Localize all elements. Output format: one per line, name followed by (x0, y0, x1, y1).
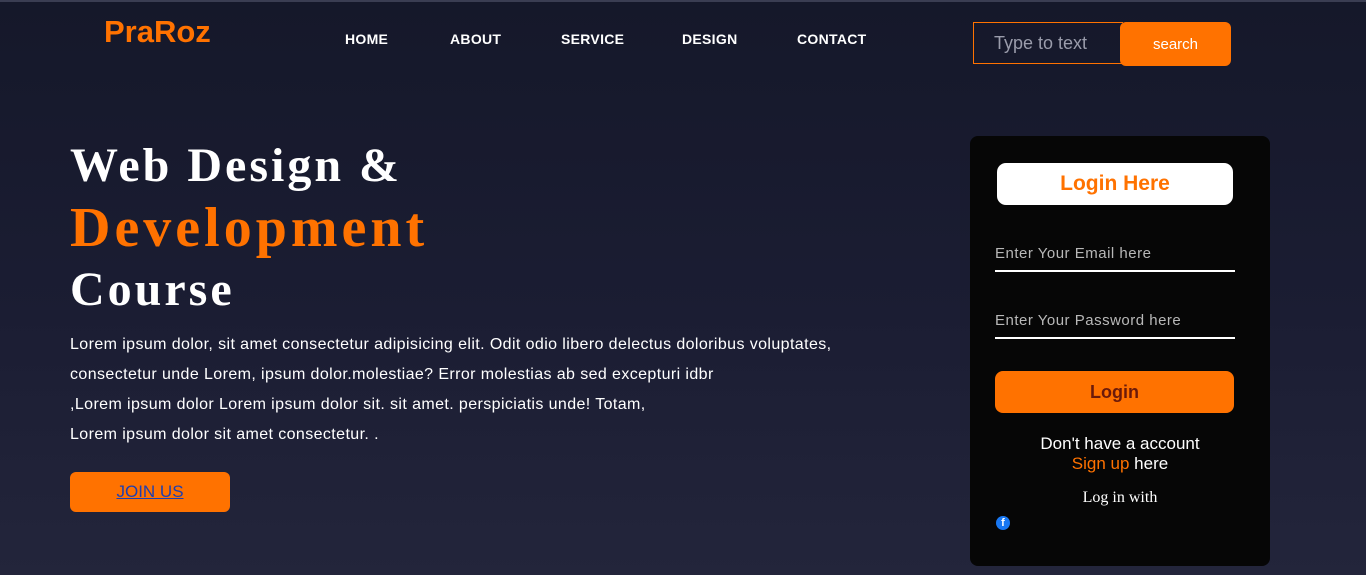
login-with-label: Log in with (1082, 489, 1158, 506)
nav-item-home[interactable]: HOME (345, 31, 388, 47)
hero-paragraph: Lorem ipsum dolor, sit amet consectetur … (70, 330, 940, 450)
login-button[interactable]: Login (995, 371, 1234, 413)
no-account-text: Don't have a account (1040, 434, 1200, 453)
password-field[interactable] (995, 303, 1235, 339)
login-form: Login Here Login Don't have a account Si… (970, 136, 1270, 566)
hero-title-line1: Web Design & (70, 139, 403, 192)
top-border (0, 0, 1366, 2)
search-button[interactable]: search (1120, 22, 1231, 66)
site-logo[interactable]: PraRoz (104, 14, 211, 50)
hero-title-line3: Course (70, 263, 235, 316)
hero-paragraph-line: ,Lorem ipsum dolor Lorem ipsum dolor sit… (70, 396, 646, 413)
hero-title-line2: Development (70, 197, 429, 259)
signup-link[interactable]: Sign up (1072, 454, 1130, 473)
nav-item-about[interactable]: ABOUT (450, 31, 501, 47)
signup-prompt: Don't have a account Sign up here (970, 434, 1270, 474)
hero-paragraph-line: Lorem ipsum dolor sit amet consectetur. … (70, 426, 379, 443)
email-field[interactable] (995, 236, 1235, 272)
join-us-button[interactable]: JOIN US (70, 472, 230, 512)
signup-line: Sign up here (970, 454, 1270, 474)
hero-title: Web Design & Development Course (70, 142, 428, 314)
search-input[interactable] (973, 22, 1123, 64)
nav-item-contact[interactable]: CONTACT (797, 31, 867, 47)
signup-suffix: here (1129, 454, 1169, 473)
login-heading: Login Here (997, 163, 1233, 205)
hero-paragraph-line: consectetur unde Lorem, ipsum dolor.mole… (70, 366, 714, 383)
nav-item-service[interactable]: SERVICE (561, 31, 624, 47)
hero-paragraph-line: Lorem ipsum dolor, sit amet consectetur … (70, 336, 832, 353)
nav-item-design[interactable]: DESIGN (682, 31, 737, 47)
facebook-icon[interactable]: f (996, 516, 1010, 530)
